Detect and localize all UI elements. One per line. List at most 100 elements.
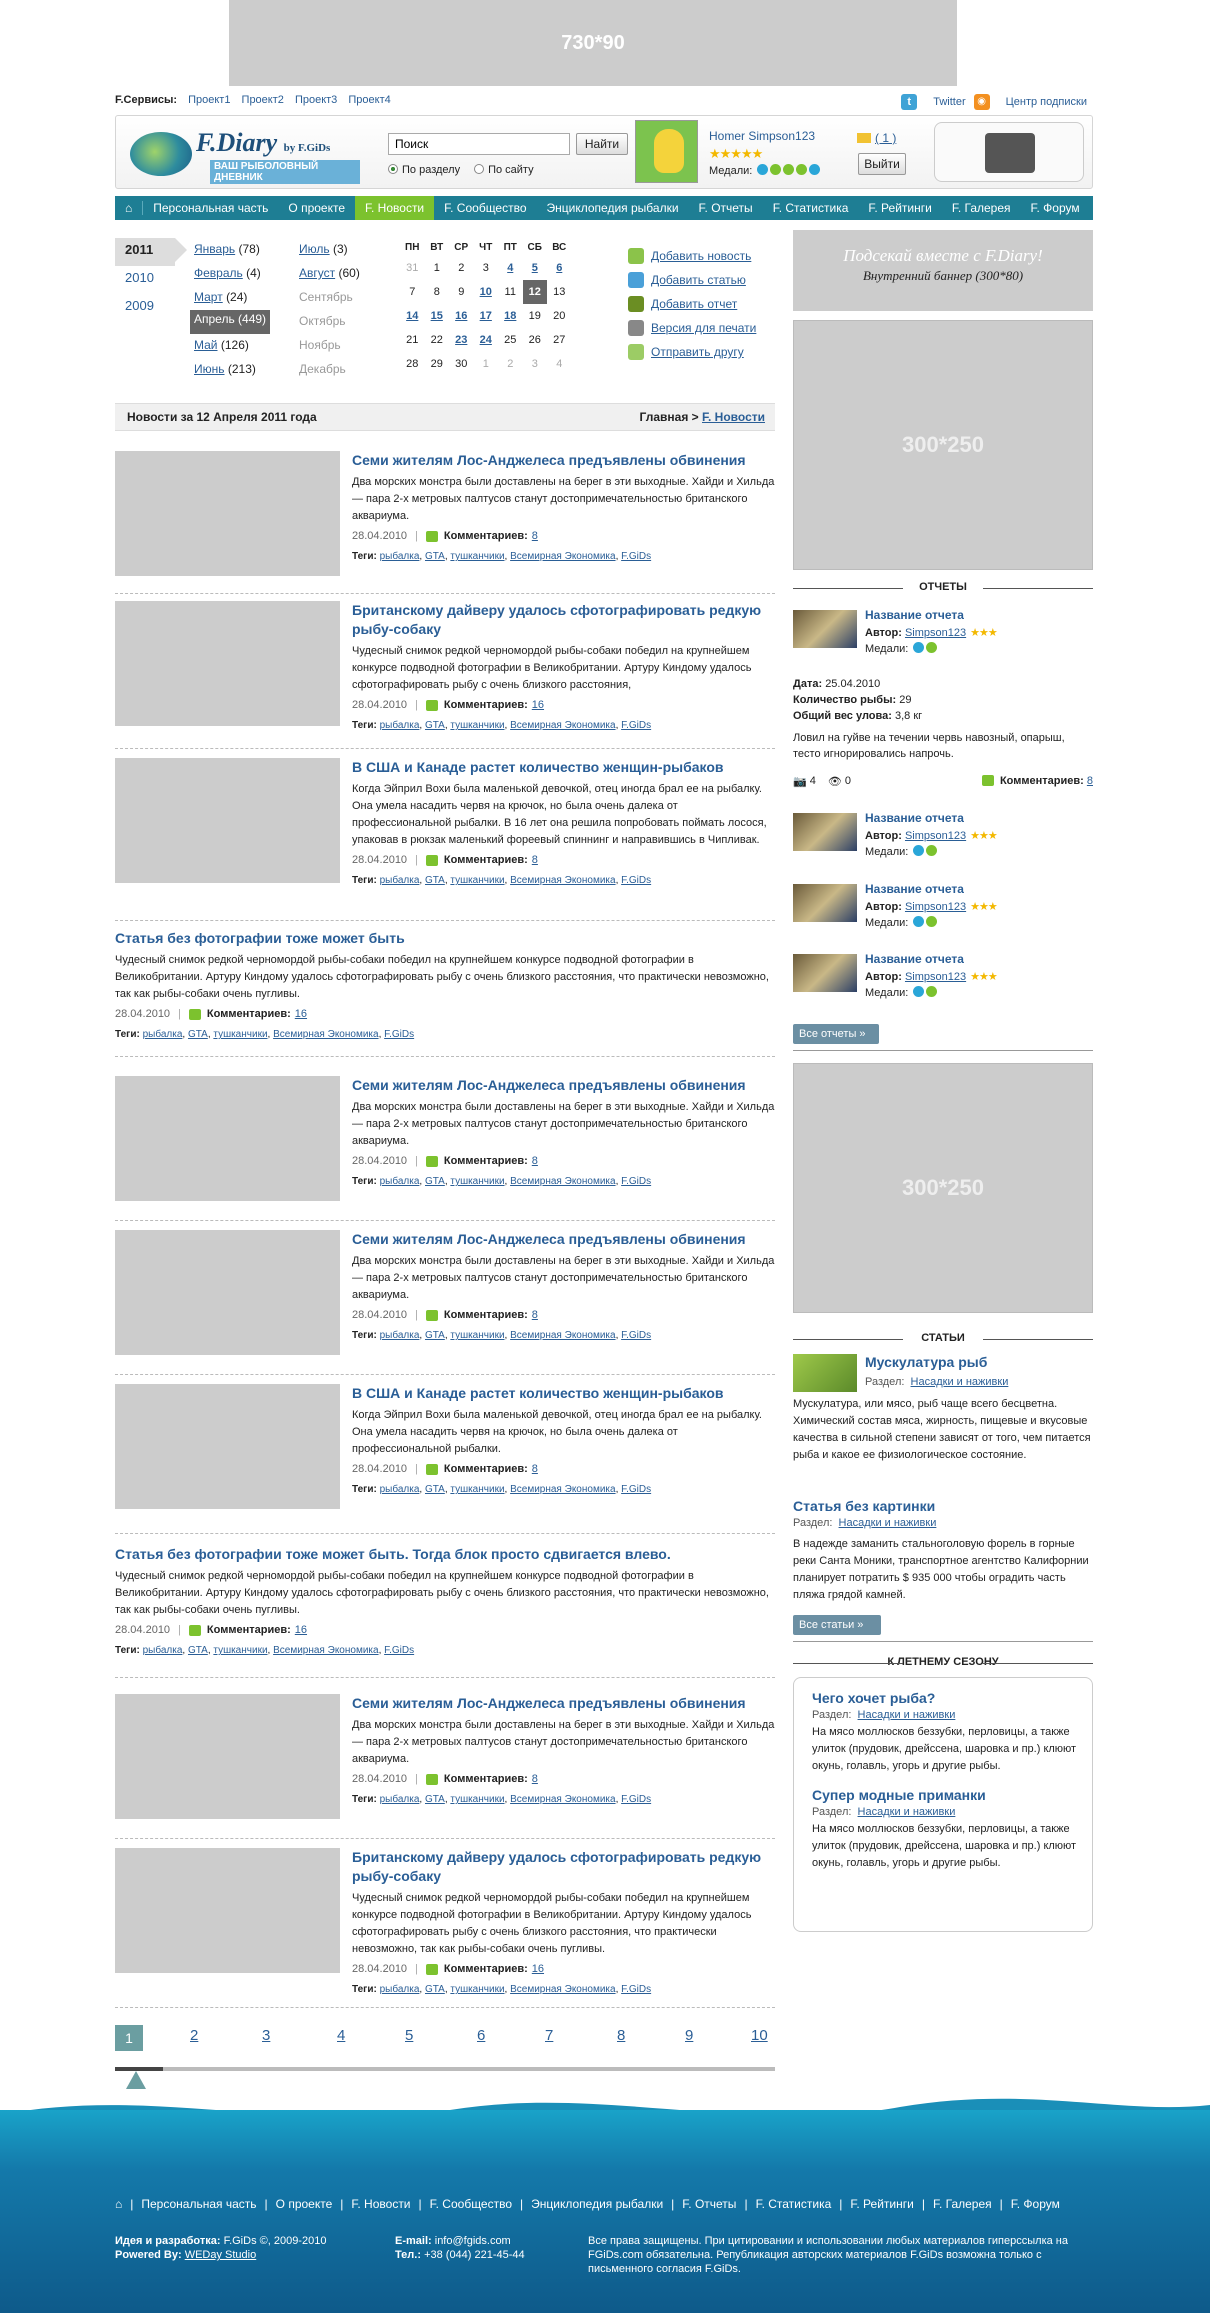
- home-icon[interactable]: ⌂: [115, 2197, 122, 2211]
- article-title[interactable]: В США и Канаде растет количество женщин-…: [352, 758, 775, 777]
- tag-link[interactable]: GTA: [425, 551, 445, 562]
- tag-link[interactable]: GTA: [425, 1484, 445, 1495]
- breadcrumb-home[interactable]: Главная >: [640, 410, 699, 424]
- nav-item-reports[interactable]: F. Отчеты: [689, 196, 763, 220]
- tag-link[interactable]: рыбалка: [380, 1984, 420, 1995]
- tag-link[interactable]: рыбалка: [380, 1330, 420, 1341]
- mail-indicator[interactable]: ( 1 ): [857, 131, 896, 145]
- send-tool[interactable]: Отправить другу: [628, 340, 756, 364]
- tag-link[interactable]: Всемирная Экономика: [510, 1794, 615, 1805]
- article-title[interactable]: Семи жителям Лос-Анджелеса предъявлены о…: [352, 1694, 775, 1713]
- sidebar-ad-1[interactable]: 300*250: [793, 320, 1093, 570]
- tag-link[interactable]: тушканчики: [450, 551, 504, 562]
- year-2009[interactable]: 2009: [115, 294, 175, 322]
- article-title[interactable]: Семи жителям Лос-Анджелеса предъявлены о…: [352, 1230, 775, 1249]
- tag-link[interactable]: F.GiDs: [621, 1176, 651, 1187]
- comments-count[interactable]: 16: [295, 1622, 307, 1639]
- cal-day-link[interactable]: 14: [400, 304, 425, 328]
- all-reports-button[interactable]: Все отчеты »: [793, 1024, 879, 1044]
- tag-link[interactable]: GTA: [425, 720, 445, 731]
- article-title[interactable]: Британскому дайверу удалось сфотографиро…: [352, 1848, 775, 1886]
- avatar[interactable]: [635, 120, 698, 183]
- page-9[interactable]: 9: [685, 2027, 693, 2044]
- comments-count[interactable]: 16: [532, 697, 544, 714]
- nav-item-about[interactable]: О проекте: [278, 196, 355, 220]
- cal-day-link[interactable]: 17: [474, 304, 499, 328]
- month-item-selected[interactable]: Апрель (449): [190, 310, 271, 334]
- cal-day-link[interactable]: 10: [474, 280, 499, 304]
- tag-link[interactable]: рыбалка: [380, 875, 420, 886]
- tag-link[interactable]: Всемирная Экономика: [510, 1330, 615, 1341]
- footer-link[interactable]: F. Рейтинги: [850, 2197, 913, 2211]
- nav-item-community[interactable]: F. Сообщество: [434, 196, 536, 220]
- cal-day-link[interactable]: 4: [498, 256, 523, 280]
- report-title[interactable]: Название отчета: [865, 608, 964, 622]
- report-author[interactable]: Simpson123: [905, 971, 966, 983]
- comments-count[interactable]: 16: [295, 1006, 307, 1023]
- tag-link[interactable]: Всемирная Экономика: [510, 1984, 615, 1995]
- radio-icon[interactable]: [474, 164, 485, 174]
- breadcrumb-current[interactable]: F. Новости: [702, 410, 765, 424]
- header-ad[interactable]: [934, 122, 1084, 182]
- tag-link[interactable]: Всемирная Экономика: [510, 875, 615, 886]
- report-thumbnail[interactable]: [793, 954, 857, 992]
- report-thumbnail[interactable]: [793, 884, 857, 922]
- service-link-1[interactable]: Проект1: [188, 94, 230, 106]
- footer-link[interactable]: Персональная часть: [141, 2197, 256, 2211]
- tag-link[interactable]: F.GiDs: [621, 1984, 651, 1995]
- tag-link[interactable]: GTA: [425, 1176, 445, 1187]
- article-thumbnail[interactable]: [115, 1230, 340, 1355]
- comments-count[interactable]: 16: [532, 1961, 544, 1978]
- page-5[interactable]: 5: [405, 2027, 413, 2044]
- month-item[interactable]: Июль (3): [299, 240, 348, 264]
- search-button[interactable]: Найти: [576, 133, 628, 155]
- article-thumbnail[interactable]: [115, 451, 340, 576]
- sidebar-article-title[interactable]: Мускулатура рыб: [865, 1354, 987, 1371]
- tag-link[interactable]: Всемирная Экономика: [510, 1484, 615, 1495]
- tag-link[interactable]: рыбалка: [380, 1794, 420, 1805]
- report-title[interactable]: Название отчета: [865, 811, 964, 825]
- report-thumbnail[interactable]: [793, 813, 857, 851]
- subscribe-link[interactable]: Центр подписки: [1006, 96, 1087, 108]
- month-item[interactable]: Август (60): [299, 264, 360, 288]
- search-input[interactable]: [388, 133, 570, 155]
- article-thumbnail[interactable]: [115, 1076, 340, 1201]
- section-link[interactable]: Насадки и наживки: [858, 1806, 956, 1818]
- comments-count[interactable]: 8: [532, 1461, 538, 1478]
- tag-link[interactable]: рыбалка: [143, 1029, 183, 1040]
- page-6[interactable]: 6: [477, 2027, 485, 2044]
- article-thumbnail[interactable]: [115, 1848, 340, 1973]
- cal-day-link[interactable]: 24: [474, 328, 499, 352]
- report-author[interactable]: Simpson123: [905, 830, 966, 842]
- service-link-2[interactable]: Проект2: [242, 94, 284, 106]
- logo[interactable]: F.Diary by F.GiDs ВАШ РЫБОЛОВНЫЙ ДНЕВНИК: [130, 126, 360, 184]
- year-2011[interactable]: 2011: [115, 238, 187, 266]
- comments-count[interactable]: 8: [532, 1771, 538, 1788]
- report-title[interactable]: Название отчета: [865, 952, 964, 966]
- all-articles-button[interactable]: Все статьи »: [793, 1615, 881, 1635]
- article-title[interactable]: Британскому дайверу удалось сфотографиро…: [352, 601, 775, 639]
- footer-email[interactable]: info@fgids.com: [435, 2235, 511, 2247]
- comments-count[interactable]: 8: [532, 1153, 538, 1170]
- report-author[interactable]: Simpson123: [905, 901, 966, 913]
- footer-link[interactable]: F. Статистика: [756, 2197, 832, 2211]
- tag-link[interactable]: тушканчики: [450, 1176, 504, 1187]
- tag-link[interactable]: F.GiDs: [621, 720, 651, 731]
- studio-link[interactable]: WEDay Studio: [185, 2249, 257, 2261]
- username-link[interactable]: Homer Simpson123: [709, 129, 815, 143]
- page-4[interactable]: 4: [337, 2027, 345, 2044]
- nav-item-personal[interactable]: Персональная часть: [143, 196, 278, 220]
- nav-item-forum[interactable]: F. Форум: [1021, 196, 1090, 220]
- cal-day-selected[interactable]: 12: [522, 280, 547, 304]
- mail-count[interactable]: ( 1 ): [875, 131, 896, 145]
- tag-link[interactable]: F.GiDs: [621, 1794, 651, 1805]
- add-news-tool[interactable]: Добавить новость: [628, 244, 756, 268]
- comments-count[interactable]: 8: [532, 852, 538, 869]
- article-thumbnail[interactable]: [793, 1354, 857, 1392]
- tag-link[interactable]: рыбалка: [380, 720, 420, 731]
- footer-link[interactable]: F. Отчеты: [682, 2197, 736, 2211]
- month-item[interactable]: Январь (78): [194, 240, 260, 264]
- add-report-tool[interactable]: Добавить отчет: [628, 292, 756, 316]
- report-author[interactable]: Simpson123: [905, 627, 966, 639]
- cal-day-link[interactable]: 16: [449, 304, 474, 328]
